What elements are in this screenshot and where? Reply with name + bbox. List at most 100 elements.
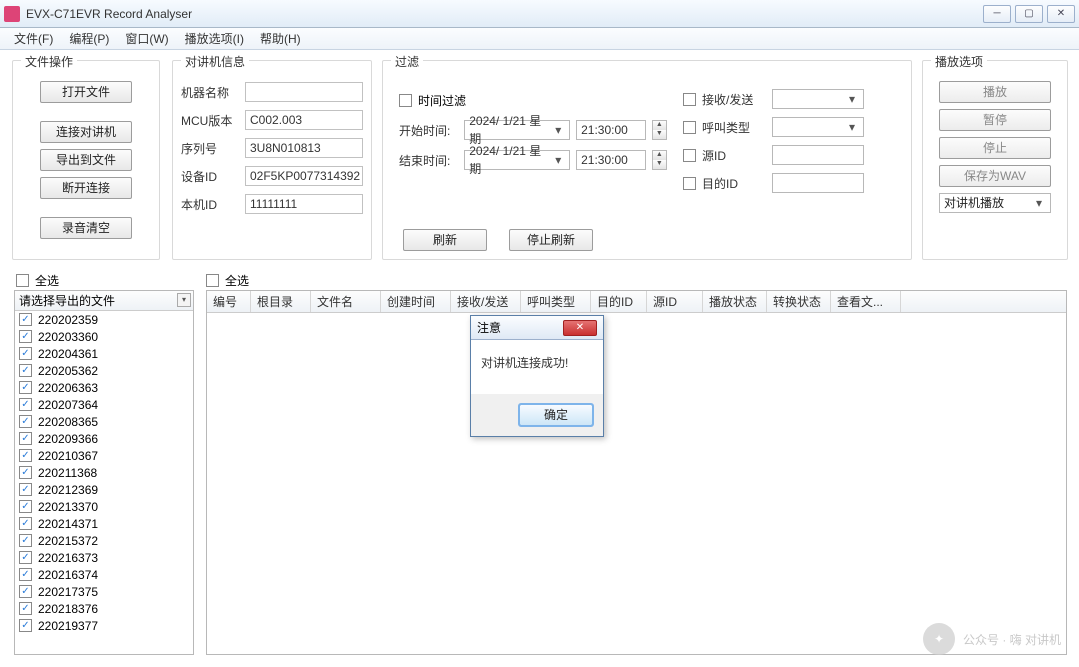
file-item-checkbox[interactable] [19,449,32,462]
rxtx-checkbox[interactable] [683,93,696,106]
file-item-checkbox[interactable] [19,568,32,581]
file-item-checkbox[interactable] [19,517,32,530]
calltype-combo[interactable]: ▾ [772,117,864,137]
rxtx-combo[interactable]: ▾ [772,89,864,109]
start-time-spinner[interactable]: ▲▼ [652,120,667,140]
grid-col-header[interactable]: 文件名 [311,291,381,312]
grid-col-header[interactable]: 查看文... [831,291,901,312]
file-list-item[interactable]: 220207364 [15,396,193,413]
file-list-item[interactable]: 220204361 [15,345,193,362]
file-list-item[interactable]: 220210367 [15,447,193,464]
file-list-item[interactable]: 220215372 [15,532,193,549]
menu-window[interactable]: 窗口(W) [117,28,176,49]
file-item-checkbox[interactable] [19,500,32,513]
start-time-input[interactable]: 21:30:00 [576,120,645,140]
export-file-button[interactable]: 导出到文件 [40,149,132,171]
file-item-checkbox[interactable] [19,381,32,394]
file-list-item[interactable]: 220219377 [15,617,193,634]
rxtx-label: 接收/发送 [702,91,768,108]
menu-program[interactable]: 编程(P) [61,28,117,49]
file-list-item[interactable]: 220216374 [15,566,193,583]
grid-col-header[interactable]: 创建时间 [381,291,451,312]
file-list-item[interactable]: 220206363 [15,379,193,396]
file-list-item[interactable]: 220209366 [15,430,193,447]
file-list-item[interactable]: 220214371 [15,515,193,532]
grid-header: 编号根目录文件名创建时间接收/发送呼叫类型目的ID源ID播放状态转换状态查看文.… [207,291,1066,313]
file-list-item[interactable]: 220208365 [15,413,193,430]
file-item-checkbox[interactable] [19,415,32,428]
file-item-checkbox[interactable] [19,398,32,411]
file-list-body[interactable]: 2202023592202033602202043612202053622202… [15,311,193,654]
serial-label: 序列号 [181,140,245,157]
clear-recordings-button[interactable]: 录音清空 [40,217,132,239]
file-item-checkbox[interactable] [19,602,32,615]
start-date-picker[interactable]: 2024/ 1/21 星期▾ [464,120,570,140]
dialog-close-button[interactable]: ✕ [563,320,597,336]
menu-playopts[interactable]: 播放选项(I) [177,28,252,49]
close-button[interactable]: ✕ [1047,5,1075,23]
end-time-input[interactable]: 21:30:00 [576,150,645,170]
grid-col-header[interactable]: 转换状态 [767,291,831,312]
srcid-input[interactable] [772,145,864,165]
pause-button[interactable]: 暂停 [939,109,1051,131]
grid-col-header[interactable]: 呼叫类型 [521,291,591,312]
file-list-item[interactable]: 220211368 [15,464,193,481]
file-item-checkbox[interactable] [19,432,32,445]
dialog-ok-button[interactable]: 确定 [519,404,593,426]
selectall-grid-checkbox[interactable] [206,274,219,287]
srcid-checkbox[interactable] [683,149,696,162]
localid-value: 11111111 [245,194,363,214]
disconnect-button[interactable]: 断开连接 [40,177,132,199]
file-list-item[interactable]: 220213370 [15,498,193,515]
connect-radio-button[interactable]: 连接对讲机 [40,121,132,143]
grid-col-header[interactable]: 根目录 [251,291,311,312]
selectall-files-checkbox[interactable] [16,274,29,287]
minimize-button[interactable]: ─ [983,5,1011,23]
maximize-button[interactable]: ▢ [1015,5,1043,23]
dstid-input[interactable] [772,173,864,193]
play-button[interactable]: 播放 [939,81,1051,103]
file-list-item[interactable]: 220212369 [15,481,193,498]
file-list-item[interactable]: 220202359 [15,311,193,328]
playback-device-combo[interactable]: 对讲机播放▾ [939,193,1051,213]
grid-col-header[interactable]: 接收/发送 [451,291,521,312]
file-item-checkbox[interactable] [19,619,32,632]
stop-refresh-button[interactable]: 停止刷新 [509,229,593,251]
file-list-item[interactable]: 220205362 [15,362,193,379]
dstid-checkbox[interactable] [683,177,696,190]
file-item-checkbox[interactable] [19,534,32,547]
file-list-item[interactable]: 220203360 [15,328,193,345]
file-list-header-dropdown-icon[interactable]: ▾ [177,293,191,307]
file-list-item[interactable]: 220218376 [15,600,193,617]
grid-col-header[interactable]: 编号 [207,291,251,312]
devid-value: 02F5KP0077314392 [245,166,363,186]
file-item-checkbox[interactable] [19,313,32,326]
open-file-button[interactable]: 打开文件 [40,81,132,103]
file-item-checkbox[interactable] [19,585,32,598]
menu-file[interactable]: 文件(F) [6,28,61,49]
calltype-checkbox[interactable] [683,121,696,134]
grid-col-header[interactable]: 目的ID [591,291,647,312]
end-date-picker[interactable]: 2024/ 1/21 星期▾ [464,150,570,170]
savewav-button[interactable]: 保存为WAV [939,165,1051,187]
file-item-label: 220209366 [38,432,98,446]
timefilter-checkbox[interactable] [399,94,412,107]
records-grid[interactable]: 编号根目录文件名创建时间接收/发送呼叫类型目的ID源ID播放状态转换状态查看文.… [206,290,1067,655]
file-list-item[interactable]: 220216373 [15,549,193,566]
file-list-item[interactable]: 220217375 [15,583,193,600]
refresh-button[interactable]: 刷新 [403,229,487,251]
file-item-checkbox[interactable] [19,551,32,564]
file-item-checkbox[interactable] [19,330,32,343]
file-item-checkbox[interactable] [19,466,32,479]
menu-help[interactable]: 帮助(H) [252,28,309,49]
mcu-value: C002.003 [245,110,363,130]
file-list-header[interactable]: 请选择导出的文件 ▾ [15,291,193,311]
connect-success-dialog: 注意 ✕ 对讲机连接成功! 确定 [470,315,604,437]
grid-col-header[interactable]: 播放状态 [703,291,767,312]
end-time-spinner[interactable]: ▲▼ [652,150,667,170]
file-item-checkbox[interactable] [19,364,32,377]
grid-col-header[interactable]: 源ID [647,291,703,312]
file-item-checkbox[interactable] [19,347,32,360]
stop-button[interactable]: 停止 [939,137,1051,159]
file-item-checkbox[interactable] [19,483,32,496]
